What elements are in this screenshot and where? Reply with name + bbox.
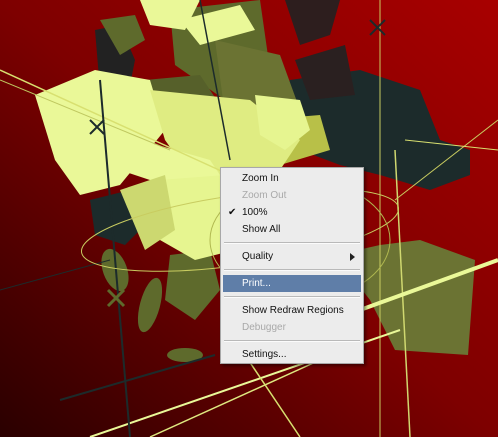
- menu-item-settings[interactable]: Settings...: [223, 346, 361, 363]
- context-menu: Zoom In Zoom Out ✔ 100% Show All Quality…: [220, 167, 364, 364]
- menu-item-quality[interactable]: Quality: [223, 248, 361, 265]
- menu-item-label: Print...: [242, 278, 271, 289]
- menu-item-label: Zoom Out: [242, 190, 287, 201]
- menu-item-label: Debugger: [242, 322, 286, 333]
- menu-item-show-all[interactable]: Show All: [223, 221, 361, 238]
- menu-item-zoom-in[interactable]: Zoom In: [223, 170, 361, 187]
- menu-item-zoom-out[interactable]: Zoom Out: [223, 187, 361, 204]
- menu-item-label: Show Redraw Regions: [242, 305, 344, 316]
- menu-item-show-redraw-regions[interactable]: Show Redraw Regions: [223, 302, 361, 319]
- menu-item-label: Settings...: [242, 349, 287, 360]
- menu-item-print[interactable]: Print...: [223, 275, 361, 292]
- menu-item-label: Quality: [242, 251, 274, 262]
- menu-item-label: 100%: [242, 207, 268, 218]
- menu-item-100-percent[interactable]: ✔ 100%: [223, 204, 361, 221]
- menu-separator: [224, 296, 360, 298]
- menu-item-label: Zoom In: [242, 173, 279, 184]
- menu-separator: [224, 340, 360, 342]
- menu-item-debugger[interactable]: Debugger: [223, 319, 361, 336]
- menu-item-label: Show All: [242, 224, 281, 235]
- menu-separator: [224, 269, 360, 271]
- checkmark-icon: ✔: [228, 207, 237, 218]
- submenu-arrow-icon: [350, 253, 355, 261]
- menu-separator: [224, 242, 360, 244]
